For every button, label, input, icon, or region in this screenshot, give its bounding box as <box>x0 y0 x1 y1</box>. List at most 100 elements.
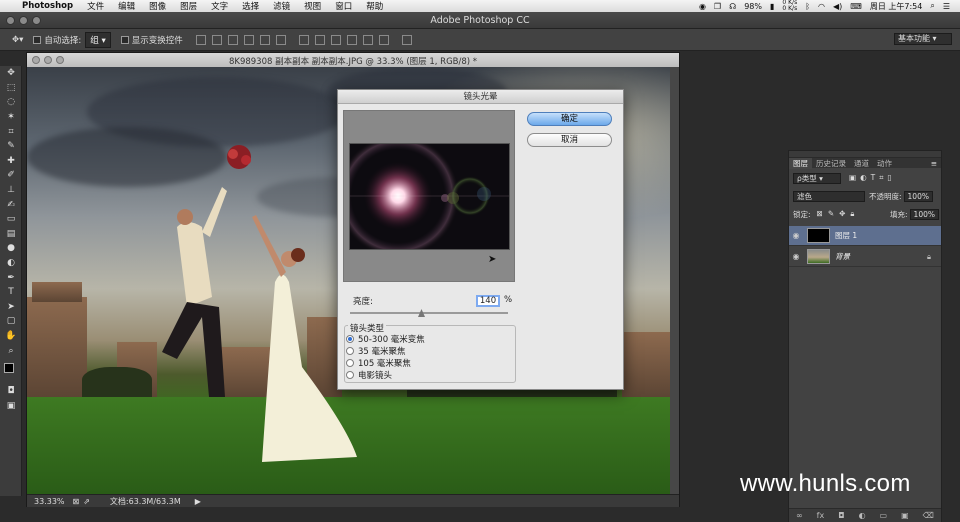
clock[interactable]: 周日 上午7:54 <box>870 1 923 12</box>
magic-wand-tool-icon[interactable]: ✶ <box>0 110 22 125</box>
menu-edit[interactable]: 编辑 <box>118 0 135 12</box>
bluetooth-icon[interactable]: ᛒ <box>805 2 810 11</box>
pen-tool-icon[interactable]: ✒ <box>0 270 22 285</box>
blend-mode-dropdown[interactable]: 滤色 <box>793 190 865 202</box>
stamp-tool-icon[interactable]: ⊥ <box>0 183 22 198</box>
lens-option-105mm[interactable]: 105 毫米聚焦 <box>346 357 411 369</box>
color-swatches[interactable] <box>0 358 21 384</box>
zoom-tool-icon[interactable]: ⌕ <box>0 343 22 358</box>
layer-row-layer1[interactable]: ◉ 图层 1 <box>789 226 941 246</box>
wifi-icon[interactable]: ◠ <box>818 2 825 11</box>
radio-icon[interactable] <box>346 358 354 367</box>
volume-icon[interactable]: ◀) <box>833 2 842 11</box>
brightness-slider[interactable] <box>350 312 508 314</box>
vertical-scrollbar[interactable] <box>670 67 679 494</box>
auto-align-icon[interactable] <box>401 34 412 45</box>
distribute-right-icon[interactable] <box>378 34 389 45</box>
tab-channels[interactable]: 通道 <box>850 158 873 169</box>
tab-actions[interactable]: 动作 <box>873 158 896 169</box>
record-icon[interactable]: ◉ <box>699 2 706 11</box>
crop-tool-icon[interactable]: ⌗ <box>0 124 22 139</box>
screen-mode-icon[interactable]: ▣ <box>0 398 22 413</box>
new-layer-icon[interactable]: ▣ <box>901 511 909 520</box>
lens-option-movie[interactable]: 电影镜头 <box>346 369 392 381</box>
link-layers-icon[interactable]: ∞ <box>796 511 803 520</box>
distribute-hcenter-icon[interactable] <box>362 34 373 45</box>
shape-tool-icon[interactable]: ▢ <box>0 314 22 329</box>
opacity-input[interactable]: 100% <box>903 190 933 202</box>
add-mask-icon[interactable]: ◘ <box>838 511 844 520</box>
proof-icon[interactable]: ⊠ <box>73 497 80 506</box>
share-icon[interactable]: ⇗ <box>83 497 90 506</box>
radio-icon[interactable] <box>346 370 354 379</box>
adjustment-layer-icon[interactable]: ◐ <box>859 511 866 520</box>
new-group-icon[interactable]: ▭ <box>880 511 888 520</box>
input-method-icon[interactable]: ⌨ <box>850 2 862 11</box>
brush-tool-icon[interactable]: ✐ <box>0 168 22 183</box>
align-left-icon[interactable] <box>243 34 254 45</box>
move-tool-preset-icon[interactable]: ✥▾ <box>12 35 23 45</box>
lens-option-35mm[interactable]: 35 毫米聚焦 <box>346 345 406 357</box>
align-vcenter-icon[interactable] <box>211 34 222 45</box>
marquee-tool-icon[interactable]: ⬚ <box>0 81 22 96</box>
dodge-tool-icon[interactable]: ◐ <box>0 256 22 271</box>
eraser-tool-icon[interactable]: ▭ <box>0 212 22 227</box>
lens-option-50-300[interactable]: 50-300 毫米变焦 <box>346 333 425 345</box>
layer-thumbnail[interactable] <box>807 228 830 243</box>
status-menu-arrow-icon[interactable]: ▶ <box>195 497 201 506</box>
menu-help[interactable]: 帮助 <box>366 0 383 12</box>
gradient-tool-icon[interactable]: ▤ <box>0 227 22 242</box>
path-select-tool-icon[interactable]: ➤ <box>0 300 22 315</box>
type-tool-icon[interactable]: T <box>0 285 22 300</box>
menu-filter[interactable]: 滤镜 <box>273 0 290 12</box>
distribute-left-icon[interactable] <box>346 34 357 45</box>
document-tab[interactable]: 8K989308 副本副本 副本副本.JPG @ 33.3% (图层 1, RG… <box>27 53 679 67</box>
distribute-top-icon[interactable] <box>298 34 309 45</box>
auto-select-checkbox[interactable] <box>33 35 42 44</box>
visibility-eye-icon[interactable]: ◉ <box>789 252 803 261</box>
layer-name[interactable]: 图层 1 <box>835 230 857 241</box>
filter-icons[interactable]: ▣◐T⌗▯ <box>849 173 896 183</box>
menu-type[interactable]: 文字 <box>211 0 228 12</box>
menu-layer[interactable]: 图层 <box>180 0 197 12</box>
notification-icon[interactable]: ☰ <box>943 2 950 11</box>
distribute-bottom-icon[interactable] <box>330 34 341 45</box>
auto-select-dropdown[interactable]: 组 ▾ <box>85 31 111 48</box>
app-menu[interactable]: Photoshop <box>22 1 73 11</box>
fx-icon[interactable]: fx <box>817 511 825 520</box>
sync-icon[interactable]: ☊ <box>729 2 736 11</box>
spotlight-icon[interactable]: ⌕ <box>930 1 934 11</box>
lock-icons[interactable]: ⊠✎✥🔒︎ <box>817 209 860 219</box>
battery-icon[interactable]: ▮ <box>770 2 774 11</box>
menu-window[interactable]: 窗口 <box>335 0 352 12</box>
show-transform-checkbox[interactable] <box>120 35 129 44</box>
align-top-icon[interactable] <box>195 34 206 45</box>
layer-filter-dropdown[interactable]: ρ类型 ▾ <box>793 172 841 184</box>
menu-view[interactable]: 视图 <box>304 0 321 12</box>
panel-menu-icon[interactable]: ≡ <box>931 159 937 168</box>
healing-tool-icon[interactable]: ✚ <box>0 154 22 169</box>
delete-layer-icon[interactable]: ⌫ <box>923 511 934 520</box>
zoom-level[interactable]: 33.33% <box>34 497 65 506</box>
layer-row-background[interactable]: ◉ 背景 🔒︎ <box>789 247 941 267</box>
quick-mask-icon[interactable]: ◘ <box>0 384 22 399</box>
tab-layers[interactable]: 图层 <box>789 157 812 169</box>
align-right-icon[interactable] <box>275 34 286 45</box>
history-brush-tool-icon[interactable]: ✍ <box>0 197 22 212</box>
fill-input[interactable]: 100% <box>909 208 939 220</box>
flare-preview[interactable] <box>349 143 510 250</box>
brightness-input[interactable]: 140 <box>476 295 500 307</box>
display-icon[interactable]: ❐ <box>714 2 721 11</box>
hand-tool-icon[interactable]: ✋ <box>0 329 22 344</box>
layer-name[interactable]: 背景 <box>835 251 850 262</box>
layer-thumbnail[interactable] <box>807 249 830 264</box>
align-bottom-icon[interactable] <box>227 34 238 45</box>
align-hcenter-icon[interactable] <box>259 34 270 45</box>
ok-button[interactable]: 确定 <box>527 112 612 126</box>
visibility-eye-icon[interactable]: ◉ <box>789 231 803 240</box>
radio-icon[interactable] <box>346 346 354 355</box>
lasso-tool-icon[interactable]: ◌ <box>0 95 22 110</box>
tab-history[interactable]: 历史记录 <box>812 158 850 169</box>
cancel-button[interactable]: 取消 <box>527 133 612 147</box>
radio-selected-icon[interactable] <box>346 334 354 343</box>
